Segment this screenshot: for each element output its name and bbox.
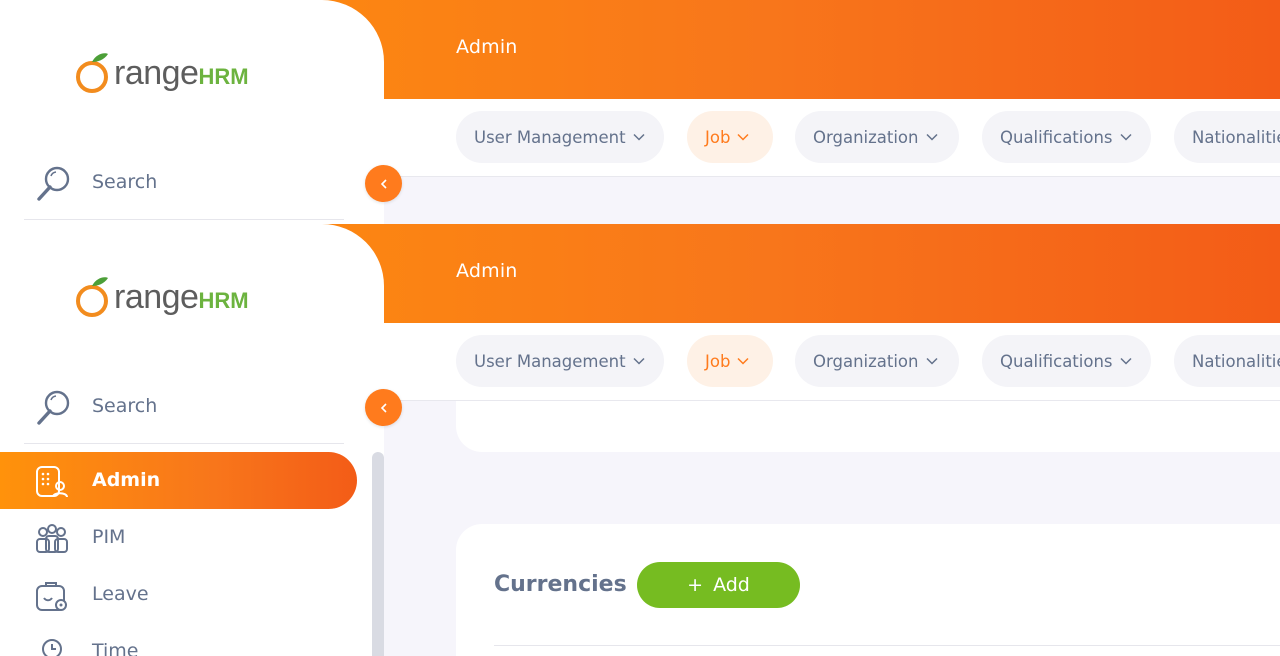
section-title: Currencies xyxy=(494,572,627,597)
tab-user-management[interactable]: User Management xyxy=(456,111,664,163)
chevron-down-icon xyxy=(737,357,749,365)
tab-qualifications[interactable]: Qualifications xyxy=(982,335,1151,387)
divider xyxy=(494,645,1280,646)
sidebar-item-pim[interactable]: PIM xyxy=(0,509,357,566)
admin-icon xyxy=(36,466,68,498)
tab-label: Qualifications xyxy=(1000,127,1113,147)
chevron-down-icon xyxy=(737,133,749,141)
tab-label: Nationalities xyxy=(1192,351,1280,371)
orangehrm-logo: rangeHRM xyxy=(74,48,250,98)
sidebar-item-leave[interactable]: Leave xyxy=(0,566,357,623)
orange-logo-icon xyxy=(76,53,108,93)
chevron-left-icon xyxy=(380,402,387,413)
logo-wordmark: rangeHRM xyxy=(114,278,249,316)
sidebar-item-label: Leave xyxy=(92,583,149,605)
tab-organization[interactable]: Organization xyxy=(795,111,959,163)
currencies-card: Currencies + Add xyxy=(456,524,1280,656)
logo-wordmark: rangeHRM xyxy=(114,54,249,92)
time-icon xyxy=(42,639,62,656)
chevron-left-icon xyxy=(380,178,387,189)
chevron-down-icon xyxy=(925,133,938,141)
sidebar-scrollbar[interactable] xyxy=(372,452,384,656)
tab-label: Qualifications xyxy=(1000,351,1113,371)
tab-organization[interactable]: Organization xyxy=(795,335,959,387)
search-label: Search xyxy=(92,395,158,417)
tab-label: Job xyxy=(705,127,731,147)
add-button[interactable]: + Add xyxy=(637,562,800,608)
tab-qualifications[interactable]: Qualifications xyxy=(982,111,1151,163)
chevron-down-icon xyxy=(1119,357,1132,365)
tab-nationalities[interactable]: Nationalities xyxy=(1174,335,1280,387)
leave-icon xyxy=(36,582,67,611)
top-navigation: User Management Job Organization Qualifi… xyxy=(384,99,1280,177)
orange-logo-icon xyxy=(76,277,108,317)
sidebar-item-admin[interactable]: Admin xyxy=(0,452,357,509)
sidebar: rangeHRM Search Admin PIM Leave Time xyxy=(0,224,384,656)
top-navigation: User Management Job Organization Qualifi… xyxy=(384,323,1280,401)
plus-icon: + xyxy=(687,574,704,596)
sidebar-collapse-button[interactable] xyxy=(365,165,402,202)
search-icon xyxy=(37,166,70,201)
sidebar-collapse-button[interactable] xyxy=(365,389,402,426)
search-icon xyxy=(37,390,70,425)
tab-job[interactable]: Job xyxy=(687,111,773,163)
previous-frame-layer: Admin User Management Job Organization Q… xyxy=(0,0,1280,224)
pim-icon xyxy=(36,524,68,553)
sidebar-item-label: Admin xyxy=(92,469,161,491)
sidebar: rangeHRM Search xyxy=(0,0,384,224)
chevron-down-icon xyxy=(633,133,645,141)
sidebar-search[interactable]: Search xyxy=(24,384,344,444)
tab-user-management[interactable]: User Management xyxy=(456,335,664,387)
tab-label: Organization xyxy=(813,127,919,147)
page-title: Admin xyxy=(456,260,518,282)
search-label: Search xyxy=(92,171,158,193)
sidebar-item-label: Time xyxy=(92,640,139,656)
tab-label: User Management xyxy=(474,351,626,371)
tab-job[interactable]: Job xyxy=(687,335,773,387)
page-title: Admin xyxy=(456,36,518,58)
tab-label: Job xyxy=(705,351,731,371)
chevron-down-icon xyxy=(633,357,645,365)
filter-card xyxy=(456,401,1280,452)
tab-label: Nationalities xyxy=(1192,127,1280,147)
tab-nationalities[interactable]: Nationalities xyxy=(1174,111,1280,163)
sidebar-item-label: PIM xyxy=(92,526,126,548)
tab-label: User Management xyxy=(474,127,626,147)
sidebar-item-time[interactable]: Time xyxy=(0,623,357,656)
sidebar-search[interactable]: Search xyxy=(24,160,344,220)
chevron-down-icon xyxy=(1119,133,1132,141)
add-button-label: Add xyxy=(713,574,750,596)
current-frame-layer: Admin User Management Job Organization Q… xyxy=(0,224,1280,656)
tab-label: Organization xyxy=(813,351,919,371)
chevron-down-icon xyxy=(925,357,938,365)
orangehrm-logo: rangeHRM xyxy=(74,272,250,322)
